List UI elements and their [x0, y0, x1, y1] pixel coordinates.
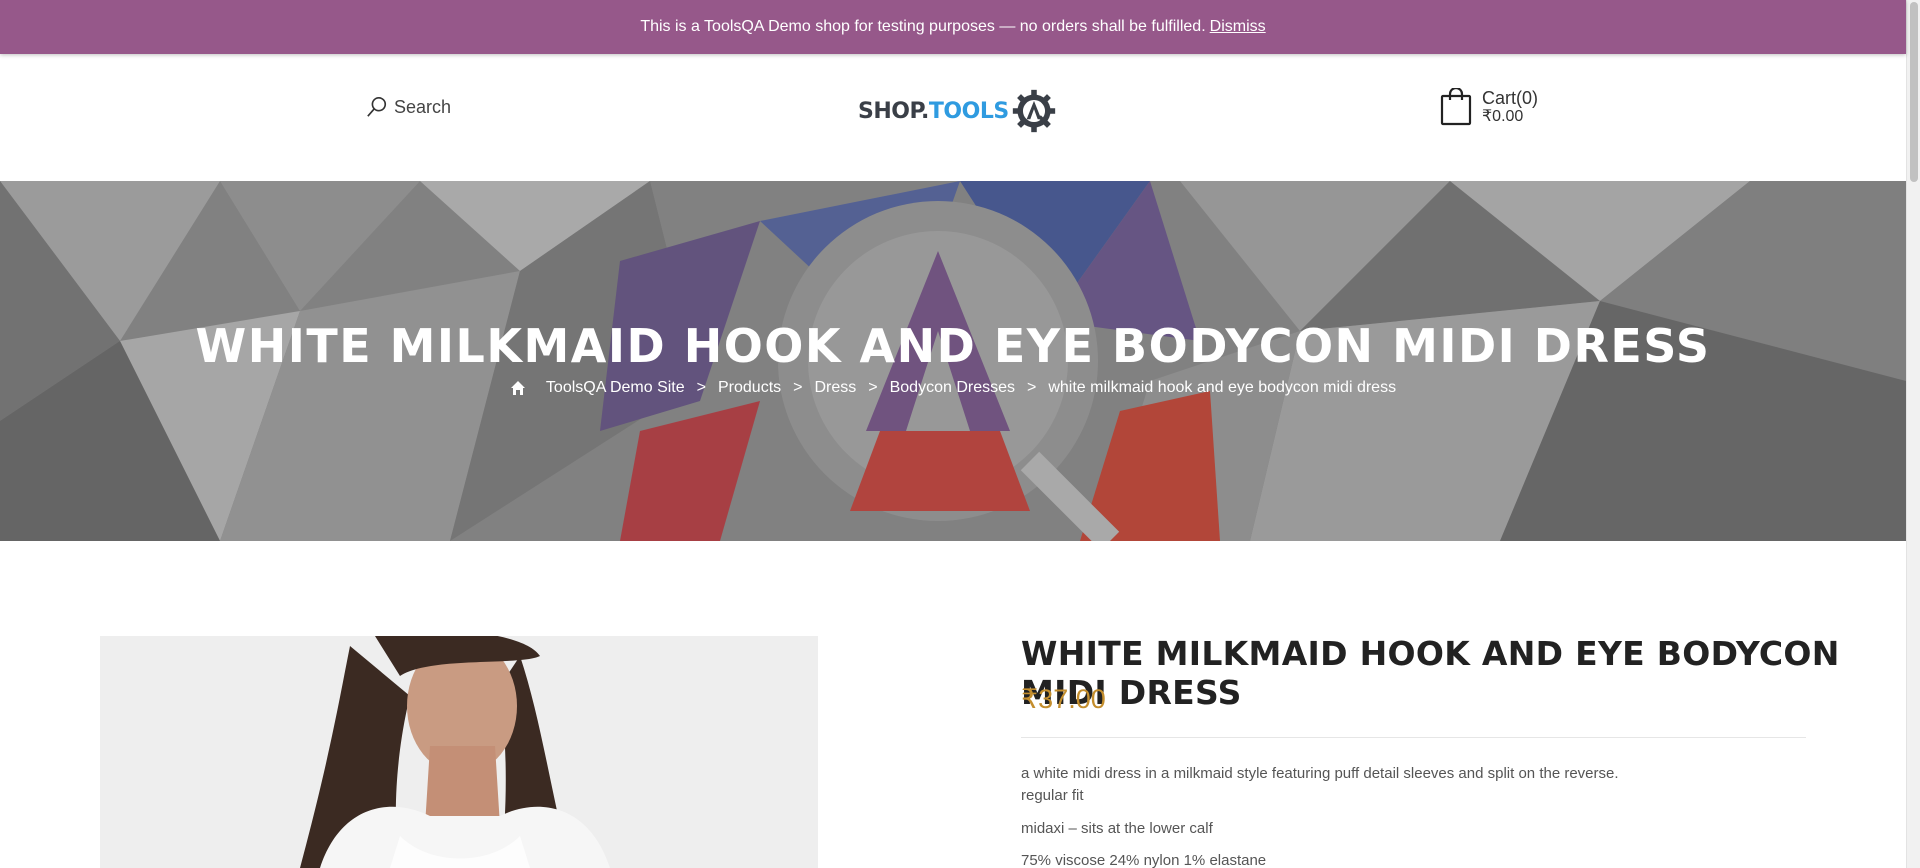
site-header: Search SHOP.TOOLS Cart(0) ₹0.00	[0, 54, 1906, 181]
product-image[interactable]	[100, 636, 818, 868]
site-logo[interactable]: SHOP.TOOLS	[858, 88, 1057, 134]
logo-dot-text: .	[921, 98, 929, 124]
product-title: WHITE MILKMAID HOOK AND EYE BODYCON MIDI…	[1021, 634, 1840, 712]
search-icon	[367, 97, 387, 117]
breadcrumb-separator: >	[1027, 379, 1037, 396]
page-hero: WHITE MILKMAID HOOK AND EYE BODYCON MIDI…	[0, 181, 1906, 541]
breadcrumb-bodycon-link[interactable]: Bodycon Dresses	[890, 379, 1015, 397]
breadcrumb-separator: >	[696, 379, 706, 396]
cart-bag-icon	[1440, 88, 1472, 126]
logo-wordmark: SHOP.TOOLS	[858, 99, 1009, 124]
product-description-line: a white midi dress in a milkmaid style f…	[1021, 765, 1619, 782]
summary-divider	[1021, 737, 1806, 738]
cart-total: ₹0.00	[1482, 108, 1524, 125]
demo-store-notice: This is a ToolsQA Demo shop for testing …	[0, 0, 1906, 54]
search-button[interactable]: Search	[366, 96, 451, 118]
breadcrumb-dress-link[interactable]: Dress	[814, 379, 856, 397]
product-description-line: midaxi – sits at the lower calf	[1021, 820, 1213, 837]
home-icon[interactable]	[510, 380, 526, 396]
logo-tools-text: TOOLS	[928, 98, 1009, 124]
hero-title: WHITE MILKMAID HOOK AND EYE BODYCON MIDI…	[195, 319, 1711, 373]
product-description-line: 75% viscose 24% nylon 1% elastane	[1021, 852, 1267, 868]
logo-gear-icon	[1012, 89, 1055, 133]
product-price: ₹37.00	[1021, 684, 1106, 714]
breadcrumb-separator: >	[868, 379, 878, 396]
scrollbar-thumb[interactable]	[1910, 2, 1918, 182]
breadcrumb-current: white milkmaid hook and eye bodycon midi…	[1048, 379, 1397, 396]
product-photo	[100, 636, 818, 868]
cart-button[interactable]: Cart(0) ₹0.00	[1440, 88, 1538, 126]
product-description-line: regular fit	[1021, 787, 1084, 804]
cart-count: Cart(0)	[1482, 88, 1539, 108]
breadcrumb-products-link[interactable]: Products	[718, 379, 781, 397]
logo-shop-text: SHOP	[858, 98, 922, 124]
demo-notice-text: This is a ToolsQA Demo shop for testing …	[640, 18, 1206, 35]
search-label: Search	[394, 96, 452, 117]
dismiss-link[interactable]: Dismiss	[1210, 18, 1266, 36]
breadcrumb-home-link[interactable]: ToolsQA Demo Site	[546, 379, 685, 397]
breadcrumb-separator: >	[793, 379, 803, 396]
page-scrollbar[interactable]	[1906, 0, 1920, 868]
breadcrumb: ToolsQA Demo Site > Products > Dress > B…	[0, 379, 1906, 397]
